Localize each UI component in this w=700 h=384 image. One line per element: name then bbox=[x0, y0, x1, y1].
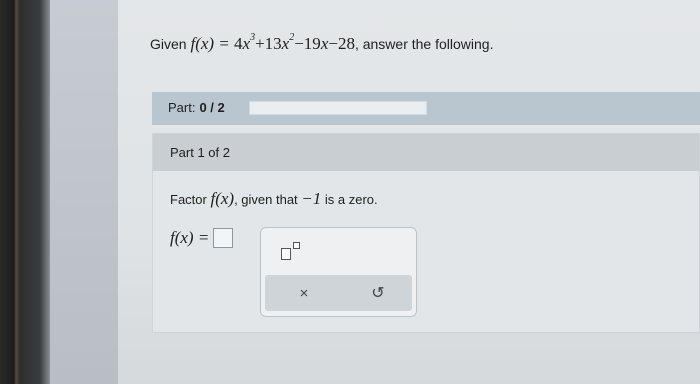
answer-row: f(x) = bbox=[170, 228, 234, 248]
instruction-function: f(x) bbox=[210, 189, 235, 208]
part-header: Part 1 of 2 bbox=[153, 134, 699, 171]
progress-label-text: Part: bbox=[168, 100, 196, 115]
instruction-suffix: is a zero. bbox=[324, 192, 378, 207]
question-statement: Given f(x) = 4x3+13x2−19x−28, answer the… bbox=[150, 32, 494, 54]
question-suffix: , answer the following. bbox=[354, 36, 494, 52]
instruction-prefix: Factor bbox=[170, 192, 207, 207]
left-panel bbox=[50, 0, 118, 384]
exponent-base-icon bbox=[281, 248, 291, 260]
toolbox-footer: × ↺ bbox=[265, 275, 412, 311]
undo-button[interactable]: ↺ bbox=[367, 283, 389, 305]
progress-value: 0 / 2 bbox=[199, 100, 225, 115]
part-header-label: Part 1 of 2 bbox=[170, 145, 230, 160]
clear-button[interactable]: × bbox=[293, 283, 315, 305]
instruction-mid: , given that bbox=[234, 192, 298, 207]
part-card: Part 1 of 2 Factor f(x), given that −1 i… bbox=[152, 133, 700, 333]
progress-bar: Part: 0 / 2 bbox=[152, 92, 700, 125]
answer-input[interactable] bbox=[213, 228, 234, 248]
part-instruction: Factor f(x), given that −1 is a zero. bbox=[170, 189, 378, 209]
question-prefix: Given bbox=[150, 36, 187, 52]
exponent-button[interactable] bbox=[281, 240, 303, 262]
math-toolbox: × ↺ bbox=[260, 227, 417, 317]
screen-bezel bbox=[0, 0, 50, 384]
exponent-power-icon bbox=[293, 242, 300, 249]
progress-label: Part: 0 / 2 bbox=[168, 100, 225, 115]
question-function: f(x) = 4x3+13x2−19x−28 bbox=[190, 32, 355, 53]
function-lhs: f(x) = bbox=[190, 34, 235, 53]
progress-track bbox=[249, 101, 427, 115]
instruction-zero-value: −1 bbox=[301, 189, 322, 208]
answer-label: f(x) = bbox=[170, 228, 210, 247]
